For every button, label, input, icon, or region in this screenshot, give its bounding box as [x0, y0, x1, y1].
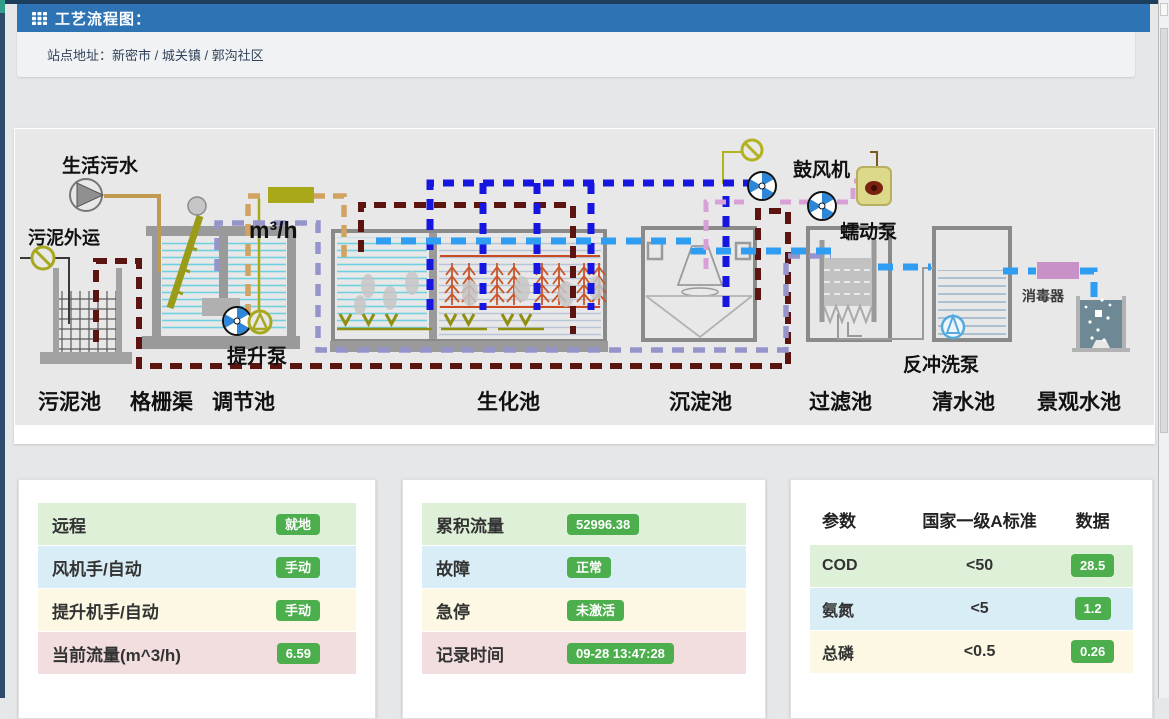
- vertical-scrollbar[interactable]: [1158, 0, 1169, 698]
- sewage-pump-icon: [70, 179, 103, 211]
- table-row: 记录时间 09-28 13:47:28: [422, 632, 746, 674]
- param-standard: <50: [907, 557, 1052, 575]
- row-label: 风机手/自动: [52, 555, 142, 580]
- breadcrumb: 站点地址：新密市 / 城关镇 / 郭沟社区: [17, 32, 1135, 77]
- tank-label-grid-channel: 格栅渠: [130, 390, 193, 414]
- col-header-standard: 国家一级A标准: [907, 507, 1052, 532]
- lift-pump-valve-icon: [249, 311, 271, 333]
- label-backwash-pump: 反冲洗泵: [903, 353, 979, 376]
- label-lift-pump: 提升泵: [227, 344, 287, 368]
- scrollbar-thumb[interactable]: [1160, 28, 1168, 433]
- status-table: 累积流量 52996.38 故障 正常 急停 未激活 记录时间 09-28 13…: [422, 503, 746, 674]
- value-badge: 1.2: [1075, 597, 1111, 620]
- label-flow-unit: m³/h: [249, 217, 298, 243]
- table-row: 急停 未激活: [422, 589, 746, 631]
- table-row: 风机手/自动 手动: [38, 546, 356, 588]
- panel-titlebar: 工艺流程图：: [17, 4, 1150, 32]
- control-status-card: 远程 就地 风机手/自动 手动 提升机手/自动 手动 当前流量(m^3/h) 6…: [18, 479, 376, 719]
- label-peristaltic-pump: 蠕动泵: [840, 221, 897, 243]
- sidebar-accent: [0, 0, 5, 13]
- runtime-status-card: 累积流量 52996.38 故障 正常 急停 未激活 记录时间 09-28 13…: [402, 479, 766, 719]
- status-badge: 正常: [567, 557, 611, 578]
- process-flow-diagram: 生活污水 污泥外运 m³/h 提升泵 鼓风机 蠕动泵 反冲洗泵 消毒器 污泥池 …: [14, 128, 1155, 444]
- tank-label-sludge: 污泥池: [38, 391, 101, 414]
- page-title: 工艺流程图：: [55, 8, 151, 29]
- flow-meter-icon: [268, 187, 314, 203]
- label-sludge-out: 污泥外运: [28, 227, 100, 248]
- col-header-param: 参数: [810, 507, 907, 532]
- tank-label-sedimentation: 沉淀池: [669, 390, 732, 414]
- water-quality-card: 参数 国家一级A标准 数据 COD <50 28.5 氨氮 <5 1.2 总磷 …: [790, 479, 1153, 719]
- col-header-data: 数据: [1052, 507, 1133, 532]
- value-badge: 52996.38: [567, 514, 639, 535]
- tank-label-filter: 过滤池: [809, 390, 872, 414]
- tank-label-biochemical: 生化池: [477, 390, 540, 414]
- table-row: 远程 就地: [38, 503, 356, 545]
- row-label: 累积流量: [436, 512, 504, 537]
- dosing-device-icon: [857, 167, 891, 205]
- row-label: 记录时间: [436, 641, 504, 666]
- status-badge: 就地: [276, 514, 320, 535]
- tank-label-clean-water: 清水池: [932, 390, 995, 414]
- disinfector-icon: [1037, 262, 1079, 279]
- param-name: 总磷: [810, 640, 907, 664]
- status-badge: 手动: [276, 600, 320, 621]
- table-row: 累积流量 52996.38: [422, 503, 746, 545]
- row-label: 提升机手/自动: [52, 598, 159, 623]
- status-badge: 未激活: [567, 600, 624, 621]
- quality-table: 参数 国家一级A标准 数据 COD <50 28.5 氨氮 <5 1.2 总磷 …: [810, 503, 1133, 673]
- table-row: 当前流量(m^3/h) 6.59: [38, 632, 356, 674]
- label-disinfector: 消毒器: [1022, 288, 1065, 304]
- label-sewage: 生活污水: [62, 154, 139, 177]
- status-badge: 手动: [276, 557, 320, 578]
- tank-label-regulating: 调节池: [212, 390, 275, 414]
- timestamp-badge: 09-28 13:47:28: [567, 643, 674, 664]
- value-badge: 28.5: [1071, 554, 1114, 577]
- row-label: 远程: [52, 512, 86, 537]
- quality-table-header: 参数 国家一级A标准 数据: [810, 503, 1133, 535]
- value-badge: 6.59: [277, 643, 320, 664]
- table-row: 氨氮 <5 1.2: [810, 588, 1133, 630]
- param-standard: <0.5: [907, 643, 1052, 661]
- value-badge: 0.26: [1071, 640, 1114, 663]
- tank-label-landscape: 景观水池: [1037, 391, 1121, 414]
- table-row: 提升机手/自动 手动: [38, 589, 356, 631]
- row-label: 故障: [436, 555, 470, 580]
- table-row: 总磷 <0.5 0.26: [810, 631, 1133, 673]
- label-blower: 鼓风机: [793, 158, 850, 181]
- table-row: 故障 正常: [422, 546, 746, 588]
- grid-icon: [32, 12, 47, 25]
- param-name: 氨氮: [810, 597, 907, 621]
- flow-diagram-svg: 生活污水 污泥外运 m³/h 提升泵 鼓风机 蠕动泵 反冲洗泵 消毒器 污泥池 …: [15, 129, 1154, 426]
- collapsed-sidebar-strip: [0, 0, 5, 698]
- scrollbar-up-button[interactable]: [1160, 3, 1168, 16]
- table-row: COD <50 28.5: [810, 545, 1133, 587]
- param-standard: <5: [907, 600, 1052, 618]
- control-table: 远程 就地 风机手/自动 手动 提升机手/自动 手动 当前流量(m^3/h) 6…: [38, 503, 356, 674]
- row-label: 当前流量(m^3/h): [52, 641, 181, 666]
- breadcrumb-text: 站点地址：新密市 / 城关镇 / 郭沟社区: [47, 45, 264, 64]
- param-name: COD: [810, 557, 907, 575]
- row-label: 急停: [436, 598, 470, 623]
